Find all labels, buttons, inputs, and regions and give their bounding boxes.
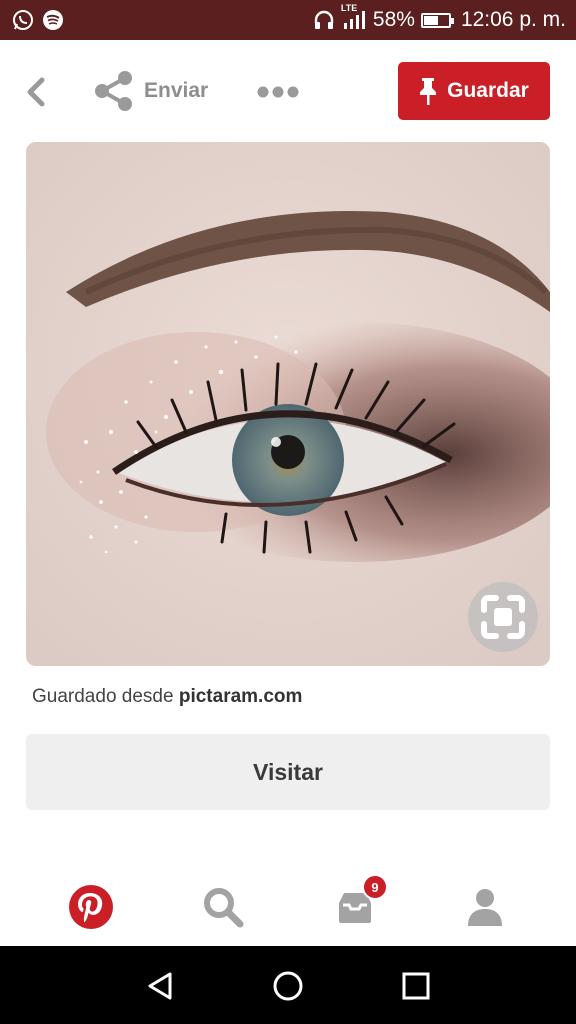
battery-fill <box>423 15 438 25</box>
pin-image[interactable] <box>26 142 550 666</box>
more-options-button[interactable] <box>256 82 300 102</box>
visual-search-icon <box>481 595 525 639</box>
status-bar: LTE 58% 12:06 p. m. <box>0 0 576 40</box>
tab-home[interactable] <box>66 882 116 932</box>
headset-icon <box>313 9 335 31</box>
battery-icon <box>420 12 454 28</box>
more-dots-icon <box>257 86 299 98</box>
network-label: LTE <box>340 3 358 13</box>
spotify-icon <box>42 9 64 31</box>
user-icon <box>468 889 502 926</box>
inbox-badge: 9 <box>362 874 388 900</box>
pinterest-logo-icon <box>69 885 113 929</box>
search-icon <box>204 888 244 928</box>
circle-home-icon <box>273 971 303 1001</box>
signal-icon: LTE <box>341 3 367 31</box>
square-recents-icon <box>402 972 430 1000</box>
source-domain-link[interactable]: pictaram.com <box>179 686 303 707</box>
pin-action-bar: Enviar Guardar <box>0 56 576 126</box>
chevron-left-icon <box>27 77 45 107</box>
tab-inbox[interactable]: 9 <box>330 874 388 932</box>
share-label: Enviar <box>144 79 209 102</box>
bottom-tab-bar: 9 <box>0 864 576 944</box>
tab-profile[interactable] <box>460 882 510 932</box>
save-label: Guardar <box>447 79 529 102</box>
source-prefix: Guardado desde <box>32 686 179 707</box>
visit-button[interactable]: Visitar <box>26 734 550 810</box>
tab-search[interactable] <box>198 882 248 932</box>
save-button[interactable]: Guardar <box>398 62 550 120</box>
system-back-button[interactable] <box>140 966 180 1006</box>
system-recents-button[interactable] <box>396 966 436 1006</box>
system-home-button[interactable] <box>268 966 308 1006</box>
eye-makeup-photo <box>26 142 550 666</box>
back-button[interactable] <box>20 72 54 112</box>
battery-percent: 58% <box>372 8 415 31</box>
clock: 12:06 p. m. <box>460 8 566 31</box>
visit-label: Visitar <box>253 758 323 785</box>
share-button[interactable]: Enviar <box>94 70 208 112</box>
share-icon <box>95 71 132 111</box>
triangle-back-icon <box>148 972 172 1000</box>
whatsapp-icon <box>12 9 34 31</box>
system-navigation-bar <box>0 946 576 1024</box>
source-attribution: Guardado desde pictaram.com <box>32 686 302 708</box>
pin-icon <box>420 78 437 105</box>
visual-search-button[interactable] <box>468 582 538 652</box>
